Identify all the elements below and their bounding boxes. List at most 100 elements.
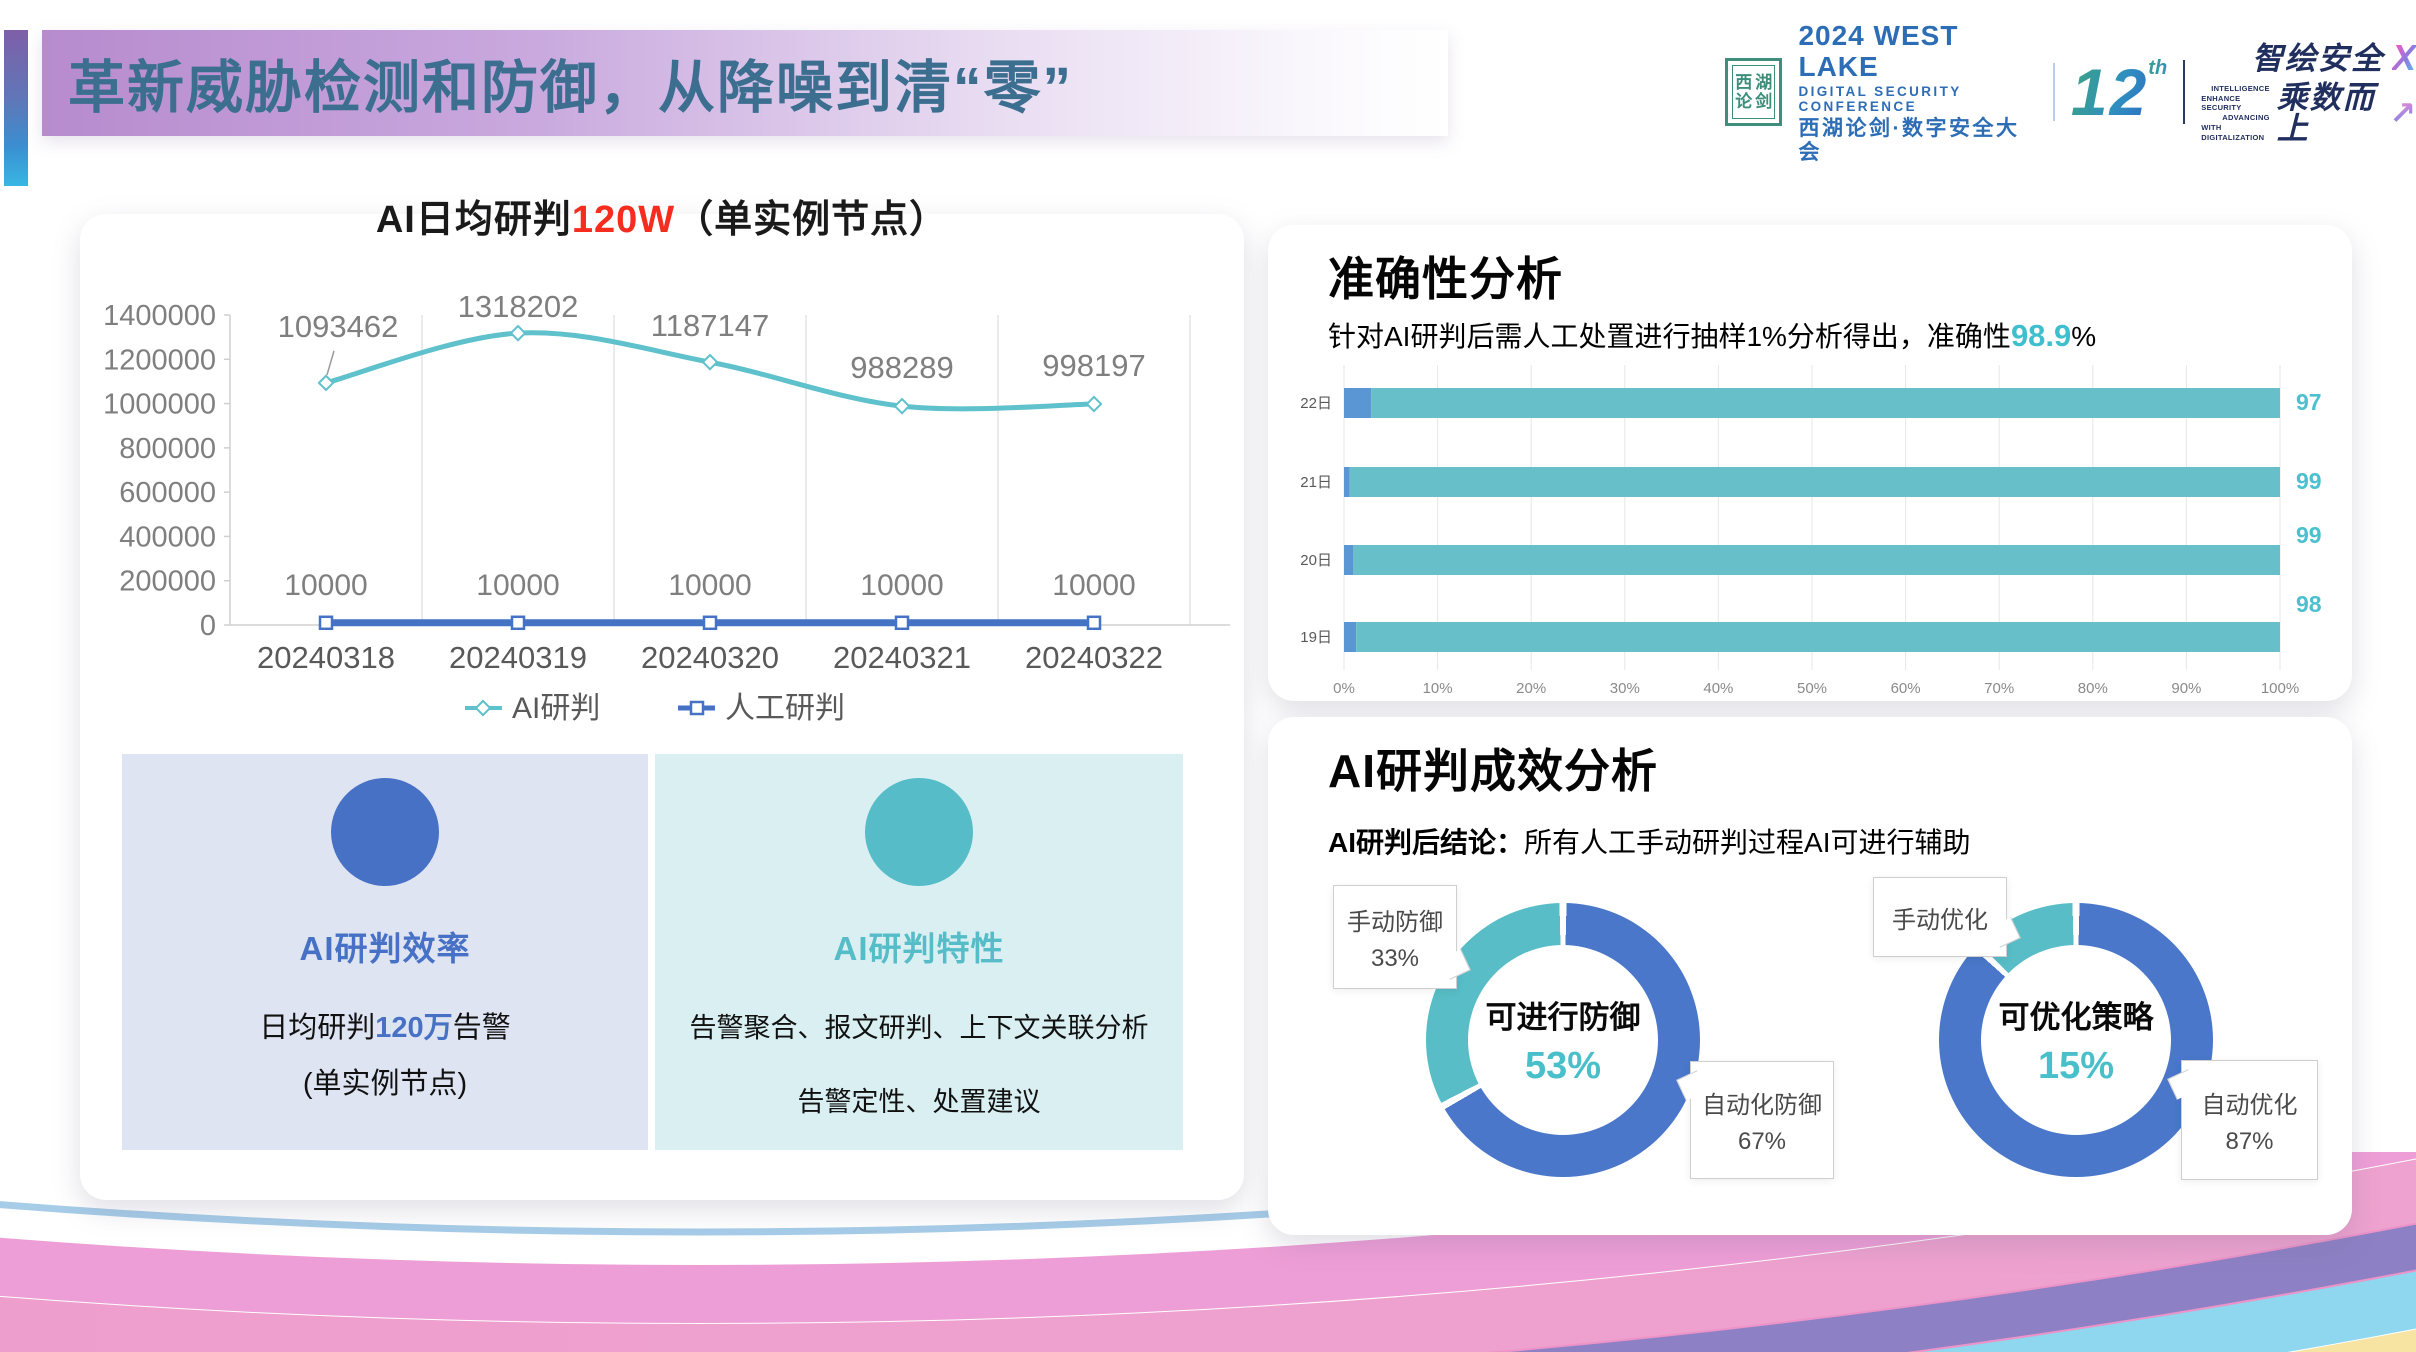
info-card-line1: 告警聚合、报文研判、上下文关联分析 [655,1006,1183,1045]
data-label-manual: 10000 [476,569,559,602]
info-card-ai-features: AI研判特性 告警聚合、报文研判、上下文关联分析 告警定性、处置建议 [655,754,1183,1150]
bar-segment-ai [1371,388,2280,418]
x-tick-label: 80% [2078,680,2108,697]
optimize-donut-center: 可优化策略 15% [1981,945,2171,1135]
x-tick-label: 20240319 [449,640,587,675]
data-point-marker [319,376,333,390]
logo-divider-dark [2183,60,2185,124]
conference-subtitle-en: DIGITAL SECURITY CONFERENCE [1798,84,2037,114]
data-label-manual: 10000 [860,569,943,602]
x-tick-label: 30% [1610,680,1640,697]
data-point-marker [1088,617,1100,629]
data-label-manual: 10000 [284,569,367,602]
defense-donut-chart: 可进行防御 53% [1426,903,1700,1177]
bar-value-label: 98.7% [2296,591,2322,617]
slogan-english-caption: INTELLIGENCE ENHANCE SECURITY ADVANCING … [2201,84,2270,143]
data-point-marker [703,355,717,369]
westlake-seal-logo: 西湖论剑 [1725,58,1782,126]
data-point-marker [704,617,716,629]
legend-label-manual: 人工研判 [725,692,845,725]
data-point-marker [895,399,909,413]
info-card-highlight: 120万 [375,1012,452,1044]
x-tick-label: 90% [2171,680,2201,697]
label-leader-line [327,351,334,375]
data-label-ai: 988289 [850,350,953,385]
x-tick-label: 60% [1891,680,1921,697]
logo-divider [2053,63,2055,121]
bar-value-label: 99.4% [2296,468,2322,494]
header-accent-strip [4,30,28,186]
bar-category-label: 3月22日 [1298,395,1332,412]
edition-number: 12 [2071,61,2148,123]
y-tick-label: 1000000 [103,389,216,421]
accuracy-value: 98.9 [2011,318,2071,353]
y-tick-label: 600000 [119,477,216,509]
slogan-arrow-icon: ↗ [2389,97,2416,129]
bar-category-label: 3月19日 [1298,629,1332,646]
y-tick-label: 200000 [119,566,216,598]
bar-value-label: 97.1% [2296,389,2322,415]
data-point-marker [1087,397,1101,411]
x-tick-label: 20240322 [1025,640,1163,675]
x-tick-label: 20% [1516,680,1546,697]
y-tick-label: 400000 [119,521,216,553]
page-title: 革新威胁检测和防御，从降噪到清“零” [68,42,1073,124]
data-point-marker [512,617,524,629]
accuracy-bar-chart: 0%10%20%30%40%50%60%70%80%90%100%3月22日97… [1298,355,2322,700]
x-tick-label: 100% [2261,680,2299,697]
info-card-ai-efficiency: AI研判效率 日均研判120万告警 (单实例节点) [122,754,648,1150]
conference-wordmark: 2024 WEST LAKE DIGITAL SECURITY CONFEREN… [1798,20,2037,165]
efficiency-circle-icon [331,778,439,886]
ai-volume-panel: AI日均研判120W（单实例节点） 0200000400000600000800… [80,214,1244,1200]
features-circle-icon [865,778,973,886]
bar-segment-ai [1356,622,2280,652]
bar-segment-manual [1344,388,1371,418]
conference-subtitle-cn: 西湖论剑·数字安全大会 [1798,117,2037,164]
edition-suffix: th [2148,57,2167,80]
bar-category-label: 3月20日 [1298,552,1332,569]
line-chart: 0200000400000600000800000100000012000001… [80,284,1244,744]
data-label-ai: 1093462 [278,309,399,344]
accuracy-panel: 准确性分析 针对AI研判后需人工处置进行抽样1%分析得出，准确性98.9% 0%… [1268,225,2352,701]
x-tick-label: 0% [1333,680,1355,697]
x-tick-label: 20240318 [257,640,395,675]
x-tick-label: 70% [1984,680,2014,697]
data-point-marker [320,617,332,629]
x-tick-label: 20240320 [641,640,779,675]
bar-value-label: 99.0% [2296,522,2322,548]
bar-category-label: 3月21日 [1298,474,1332,491]
bar-segment-manual [1344,622,1356,652]
callout-auto-defense: 自动化防御 67% [1690,1061,1834,1179]
y-tick-label: 1200000 [103,344,216,376]
bar-segment-manual [1344,467,1350,497]
legend-marker-manual-point [691,702,703,714]
header-banner: 革新威胁检测和防御，从降噪到清“零” [42,30,1448,136]
effect-subtitle: AI研判后结论：所有人工手动研判过程AI可进行辅助 [1328,821,1970,861]
slide: 革新威胁检测和防御，从降噪到清“零” 西湖论剑 2024 WEST LAKE D… [0,0,2416,1352]
info-card-line2: (单实例节点) [122,1060,648,1102]
x-tick-label: 40% [1703,680,1733,697]
slogan-line1: 智绘安全 [2252,43,2384,74]
info-card-title: AI研判特性 [655,922,1183,970]
effect-heading: AI研判成效分析 [1328,735,1658,801]
callout-manual-defense: 手动防御 33% [1333,885,1457,989]
slogan-logo: 智绘安全 X INTELLIGENCE ENHANCE SECURITY ADV… [2201,40,2416,144]
data-point-marker [896,617,908,629]
bar-segment-manual [1344,545,1353,575]
series-line-ai [326,333,1094,409]
x-tick-label: 10% [1423,680,1453,697]
seal-characters: 西湖论剑 [1735,73,1772,111]
defense-donut-center: 可进行防御 53% [1468,945,1658,1135]
slogan-line2: 乘数而上 [2277,82,2382,144]
data-label-manual: 10000 [1052,569,1135,602]
accuracy-subtitle: 针对AI研判后需人工处置进行抽样1%分析得出，准确性98.9% [1328,315,2096,355]
conference-title: 2024 WEST LAKE [1798,20,2037,83]
header-logos: 西湖论剑 2024 WEST LAKE DIGITAL SECURITY CON… [1725,44,2416,140]
bar-segment-ai [1350,467,2280,497]
legend-label-ai: AI研判 [512,692,600,725]
data-label-ai: 998197 [1042,348,1145,383]
y-tick-label: 1400000 [103,300,216,332]
line-chart-title-highlight: 120W [572,199,675,241]
x-tick-label: 20240321 [833,640,971,675]
legend-marker-ai-point [476,701,490,715]
